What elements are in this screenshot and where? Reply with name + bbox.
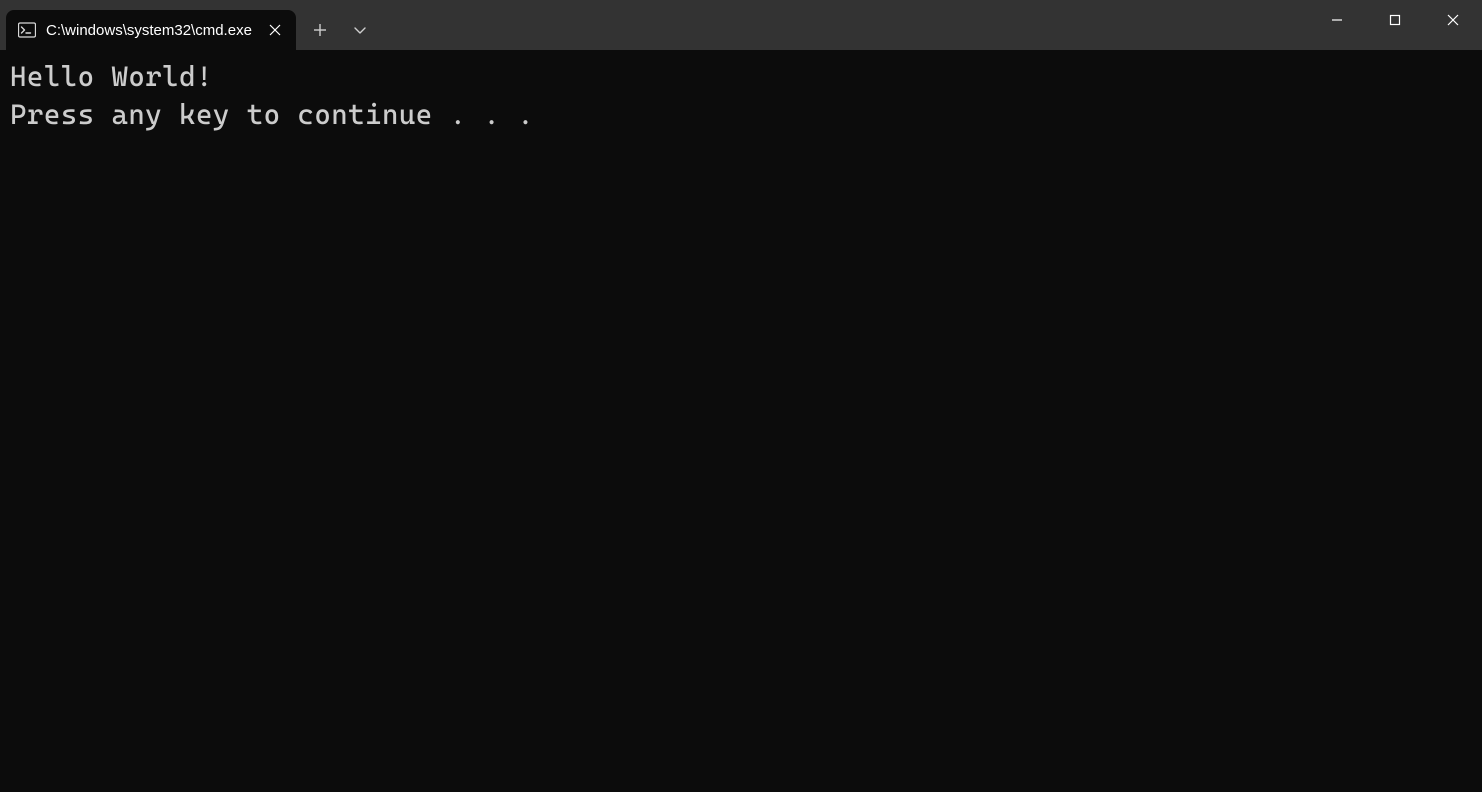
tab-actions <box>300 10 380 50</box>
close-icon <box>1447 14 1459 26</box>
chevron-down-icon <box>353 23 367 37</box>
maximize-button[interactable] <box>1366 0 1424 40</box>
terminal-output[interactable]: Hello World! Press any key to continue .… <box>0 50 1482 792</box>
tab-cmd[interactable]: C:\windows\system32\cmd.exe <box>6 10 296 50</box>
new-tab-button[interactable] <box>300 10 340 50</box>
cmd-icon <box>18 21 36 39</box>
terminal-line: Press any key to continue . . . <box>10 98 534 131</box>
close-icon <box>269 24 281 36</box>
tab-close-button[interactable] <box>264 19 286 41</box>
terminal-window: C:\windows\system32\cmd.exe <box>0 0 1482 792</box>
minimize-icon <box>1331 14 1343 26</box>
maximize-icon <box>1389 14 1401 26</box>
window-controls <box>1308 0 1482 50</box>
tab-title: C:\windows\system32\cmd.exe <box>46 22 254 39</box>
tab-strip: C:\windows\system32\cmd.exe <box>0 0 380 50</box>
terminal-line: Hello World! <box>10 60 213 93</box>
titlebar: C:\windows\system32\cmd.exe <box>0 0 1482 50</box>
close-window-button[interactable] <box>1424 0 1482 40</box>
plus-icon <box>313 23 327 37</box>
minimize-button[interactable] <box>1308 0 1366 40</box>
tab-dropdown-button[interactable] <box>340 10 380 50</box>
